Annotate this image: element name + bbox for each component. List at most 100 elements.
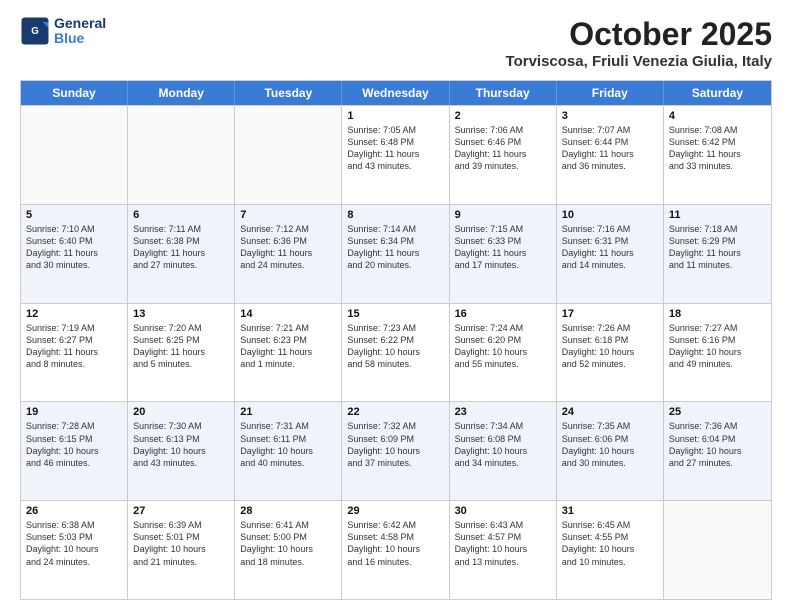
day-cell-18: 18Sunrise: 7:27 AM Sunset: 6:16 PM Dayli… [664,304,771,402]
day-cell-14: 14Sunrise: 7:21 AM Sunset: 6:23 PM Dayli… [235,304,342,402]
day-cell-19: 19 Sunrise: 7:28 AM Sunset: 6:15 PM Dayli… [21,402,128,500]
day-cell-3: 3 Sunrise: 7:07 AM Sunset: 6:44 PM Daylig… [557,106,664,204]
day-number: 26 [26,505,122,517]
day-info: Sunrise: 6:38 AM Sunset: 5:03 PM Dayligh… [26,519,122,568]
calendar-row-0: 1 Sunrise: 7:05 AM Sunset: 6:48 PM Daylig… [21,105,771,204]
day-cell-11: 11 Sunrise: 7:18 AM Sunset: 6:29 PM Dayli… [664,205,771,303]
day-cell-2: 2Sunrise: 7:06 AM Sunset: 6:46 PM Daylig… [450,106,557,204]
empty-cell [21,106,128,204]
header-day-saturday: Saturday [664,81,771,105]
header-day-friday: Friday [557,81,664,105]
day-info: Sunrise: 6:42 AM Sunset: 4:58 PM Dayligh… [347,519,443,568]
day-cell-30: 30 Sunrise: 6:43 AM Sunset: 4:57 PM Dayli… [450,501,557,599]
day-number: 19 [26,406,122,418]
day-info: Sunrise: 7:11 AM Sunset: 6:38 PM Dayligh… [133,223,229,272]
day-cell-9: 9 Sunrise: 7:15 AM Sunset: 6:33 PM Daylig… [450,205,557,303]
logo-line1: General [54,16,106,31]
day-number: 24 [562,406,658,418]
day-number: 3 [562,110,658,122]
day-info: Sunrise: 6:45 AM Sunset: 4:55 PM Dayligh… [562,519,658,568]
day-number: 15 [347,308,443,320]
day-number: 25 [669,406,766,418]
day-info: Sunrise: 6:39 AM Sunset: 5:01 PM Dayligh… [133,519,229,568]
day-cell-24: 24Sunrise: 7:35 AM Sunset: 6:06 PM Dayli… [557,402,664,500]
day-number: 17 [562,308,658,320]
day-cell-17: 17 Sunrise: 7:26 AM Sunset: 6:18 PM Dayli… [557,304,664,402]
day-cell-28: 28Sunrise: 6:41 AM Sunset: 5:00 PM Dayli… [235,501,342,599]
header: G General Blue October 2025 Torviscosa, … [20,16,772,70]
day-number: 27 [133,505,229,517]
day-number: 12 [26,308,122,320]
day-number: 8 [347,209,443,221]
day-info: Sunrise: 7:31 AM Sunset: 6:11 PM Dayligh… [240,420,336,469]
day-cell-31: 31 Sunrise: 6:45 AM Sunset: 4:55 PM Dayli… [557,501,664,599]
header-day-thursday: Thursday [450,81,557,105]
day-number: 11 [669,209,766,221]
day-number: 31 [562,505,658,517]
day-info: Sunrise: 7:05 AM Sunset: 6:48 PM Dayligh… [347,124,443,173]
day-info: Sunrise: 7:24 AM Sunset: 6:20 PM Dayligh… [455,322,551,371]
calendar-row-4: 26 Sunrise: 6:38 AM Sunset: 5:03 PM Dayli… [21,500,771,599]
day-number: 28 [240,505,336,517]
calendar-row-3: 19 Sunrise: 7:28 AM Sunset: 6:15 PM Dayli… [21,401,771,500]
day-cell-23: 23 Sunrise: 7:34 AM Sunset: 6:08 PM Dayli… [450,402,557,500]
day-info: Sunrise: 7:20 AM Sunset: 6:25 PM Dayligh… [133,322,229,371]
day-cell-26: 26 Sunrise: 6:38 AM Sunset: 5:03 PM Dayli… [21,501,128,599]
day-cell-7: 7Sunrise: 7:12 AM Sunset: 6:36 PM Daylig… [235,205,342,303]
day-number: 23 [455,406,551,418]
day-number: 9 [455,209,551,221]
day-info: Sunrise: 7:08 AM Sunset: 6:42 PM Dayligh… [669,124,766,173]
day-cell-12: 12Sunrise: 7:19 AM Sunset: 6:27 PM Dayli… [21,304,128,402]
empty-cell [235,106,342,204]
day-number: 30 [455,505,551,517]
header-day-tuesday: Tuesday [235,81,342,105]
page: G General Blue October 2025 Torviscosa, … [0,0,792,612]
day-info: Sunrise: 7:07 AM Sunset: 6:44 PM Dayligh… [562,124,658,173]
day-cell-5: 5Sunrise: 7:10 AM Sunset: 6:40 PM Daylig… [21,205,128,303]
day-info: Sunrise: 7:32 AM Sunset: 6:09 PM Dayligh… [347,420,443,469]
header-day-monday: Monday [128,81,235,105]
day-info: Sunrise: 7:28 AM Sunset: 6:15 PM Dayligh… [26,420,122,469]
day-number: 16 [455,308,551,320]
day-number: 4 [669,110,766,122]
day-info: Sunrise: 7:26 AM Sunset: 6:18 PM Dayligh… [562,322,658,371]
day-number: 6 [133,209,229,221]
day-cell-10: 10 Sunrise: 7:16 AM Sunset: 6:31 PM Dayli… [557,205,664,303]
day-info: Sunrise: 7:23 AM Sunset: 6:22 PM Dayligh… [347,322,443,371]
day-number: 22 [347,406,443,418]
header-day-sunday: Sunday [21,81,128,105]
calendar-row-2: 12Sunrise: 7:19 AM Sunset: 6:27 PM Dayli… [21,303,771,402]
day-info: Sunrise: 7:18 AM Sunset: 6:29 PM Dayligh… [669,223,766,272]
day-cell-22: 22 Sunrise: 7:32 AM Sunset: 6:09 PM Dayli… [342,402,449,500]
calendar-body: 1 Sunrise: 7:05 AM Sunset: 6:48 PM Daylig… [21,105,771,599]
day-info: Sunrise: 6:43 AM Sunset: 4:57 PM Dayligh… [455,519,551,568]
day-number: 1 [347,110,443,122]
day-info: Sunrise: 7:36 AM Sunset: 6:04 PM Dayligh… [669,420,766,469]
day-info: Sunrise: 7:34 AM Sunset: 6:08 PM Dayligh… [455,420,551,469]
logo-icon: G [20,16,50,46]
day-info: Sunrise: 7:16 AM Sunset: 6:31 PM Dayligh… [562,223,658,272]
day-cell-21: 21Sunrise: 7:31 AM Sunset: 6:11 PM Dayli… [235,402,342,500]
header-day-wednesday: Wednesday [342,81,449,105]
calendar-row-1: 5Sunrise: 7:10 AM Sunset: 6:40 PM Daylig… [21,204,771,303]
day-number: 10 [562,209,658,221]
day-cell-27: 27 Sunrise: 6:39 AM Sunset: 5:01 PM Dayli… [128,501,235,599]
day-number: 29 [347,505,443,517]
day-cell-6: 6 Sunrise: 7:11 AM Sunset: 6:38 PM Daylig… [128,205,235,303]
day-number: 20 [133,406,229,418]
logo: G General Blue [20,16,106,47]
day-cell-25: 25 Sunrise: 7:36 AM Sunset: 6:04 PM Dayli… [664,402,771,500]
day-number: 7 [240,209,336,221]
day-cell-13: 13 Sunrise: 7:20 AM Sunset: 6:25 PM Dayli… [128,304,235,402]
location-title: Torviscosa, Friuli Venezia Giulia, Italy [506,53,772,70]
day-cell-8: 8Sunrise: 7:14 AM Sunset: 6:34 PM Daylig… [342,205,449,303]
month-title: October 2025 [506,16,772,53]
day-cell-29: 29 Sunrise: 6:42 AM Sunset: 4:58 PM Dayli… [342,501,449,599]
day-number: 5 [26,209,122,221]
logo-line2: Blue [54,31,106,46]
day-number: 13 [133,308,229,320]
day-info: Sunrise: 7:27 AM Sunset: 6:16 PM Dayligh… [669,322,766,371]
day-info: Sunrise: 7:15 AM Sunset: 6:33 PM Dayligh… [455,223,551,272]
day-info: Sunrise: 7:21 AM Sunset: 6:23 PM Dayligh… [240,322,336,371]
calendar: SundayMondayTuesdayWednesdayThursdayFrid… [20,80,772,600]
